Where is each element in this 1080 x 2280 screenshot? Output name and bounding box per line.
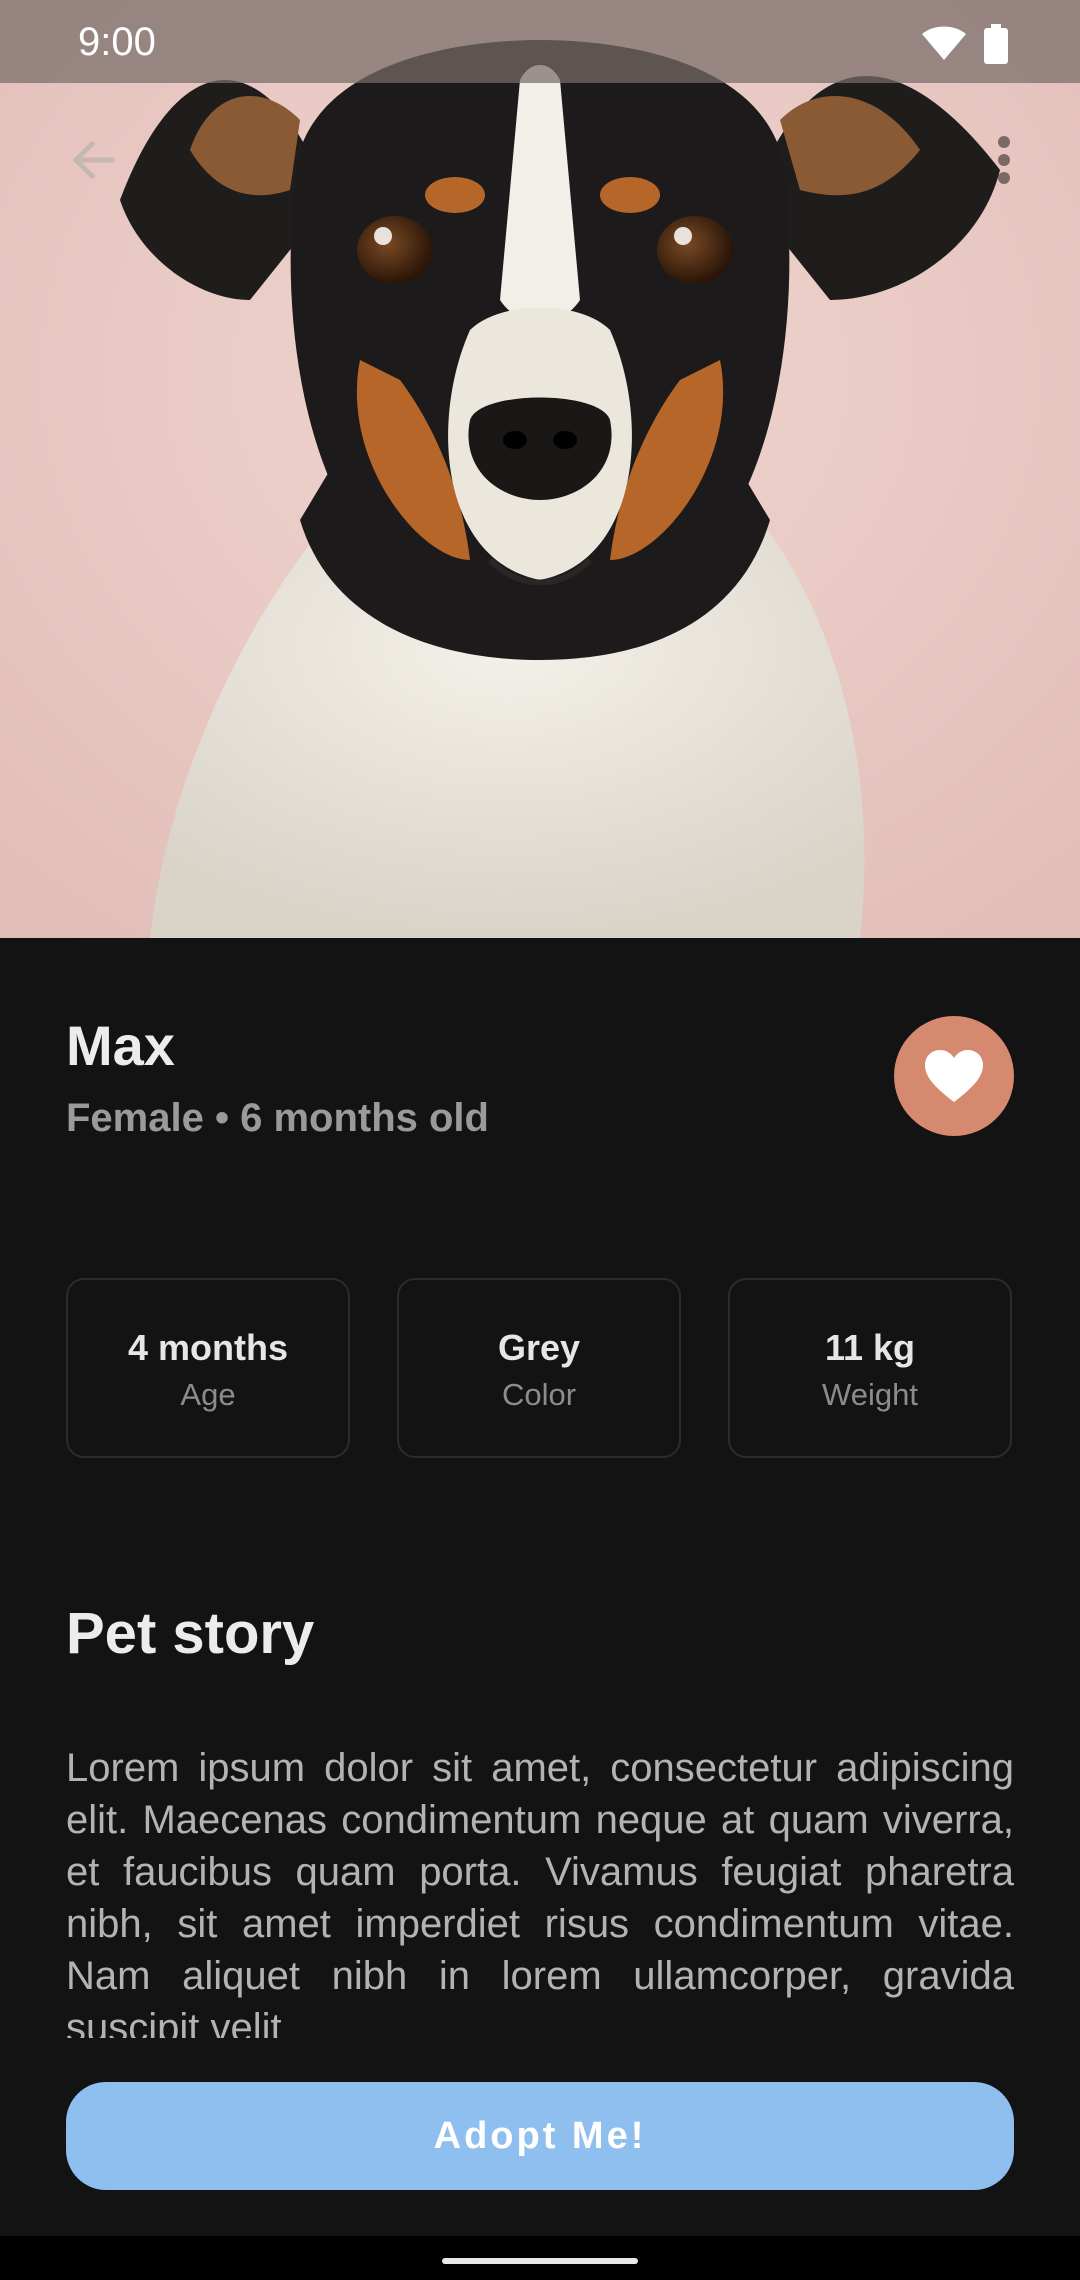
home-gesture-handle[interactable]: [442, 2258, 638, 2264]
stat-card-weight: 11 kg Weight: [728, 1278, 1012, 1458]
back-button[interactable]: [62, 128, 126, 192]
pet-detail-screen: 9:00 Max Female • 6 months old 4 months …: [0, 0, 1080, 2280]
stat-label: Color: [501, 1377, 577, 1412]
pet-name: Max: [66, 1014, 175, 1077]
wifi-icon: [922, 26, 966, 60]
adopt-me-button[interactable]: Adopt Me!: [66, 2082, 1014, 2190]
stat-value: Grey: [497, 1327, 581, 1368]
heart-icon: [925, 1050, 983, 1102]
more-options-button[interactable]: [972, 128, 1036, 192]
pet-subtitle: Female • 6 months old: [66, 1096, 489, 1140]
pet-story-text: Lorem ipsum dolor sit amet, consectetur …: [66, 1746, 1014, 2038]
favorite-button[interactable]: [894, 1016, 1014, 1136]
stat-value: 4 months: [127, 1327, 288, 1368]
stat-value: 11 kg: [824, 1327, 916, 1368]
pet-story-scroll[interactable]: Lorem ipsum dolor sit amet, consectetur …: [66, 1742, 1014, 2038]
stat-label: Age: [180, 1377, 236, 1412]
arrow-back-icon: [72, 140, 115, 180]
more-vert-icon: [998, 136, 1010, 184]
navigation-bar: [0, 2236, 1080, 2280]
status-bar: 9:00: [0, 0, 1080, 83]
stat-label: Weight: [822, 1377, 918, 1412]
stat-card-color: Grey Color: [397, 1278, 681, 1458]
status-icons: [922, 24, 1008, 64]
stat-card-age: 4 months Age: [66, 1278, 350, 1458]
battery-icon: [984, 24, 1008, 64]
pet-story-title: Pet story: [66, 1601, 315, 1666]
status-time: 9:00: [78, 20, 156, 64]
pet-photo: [0, 0, 1080, 938]
